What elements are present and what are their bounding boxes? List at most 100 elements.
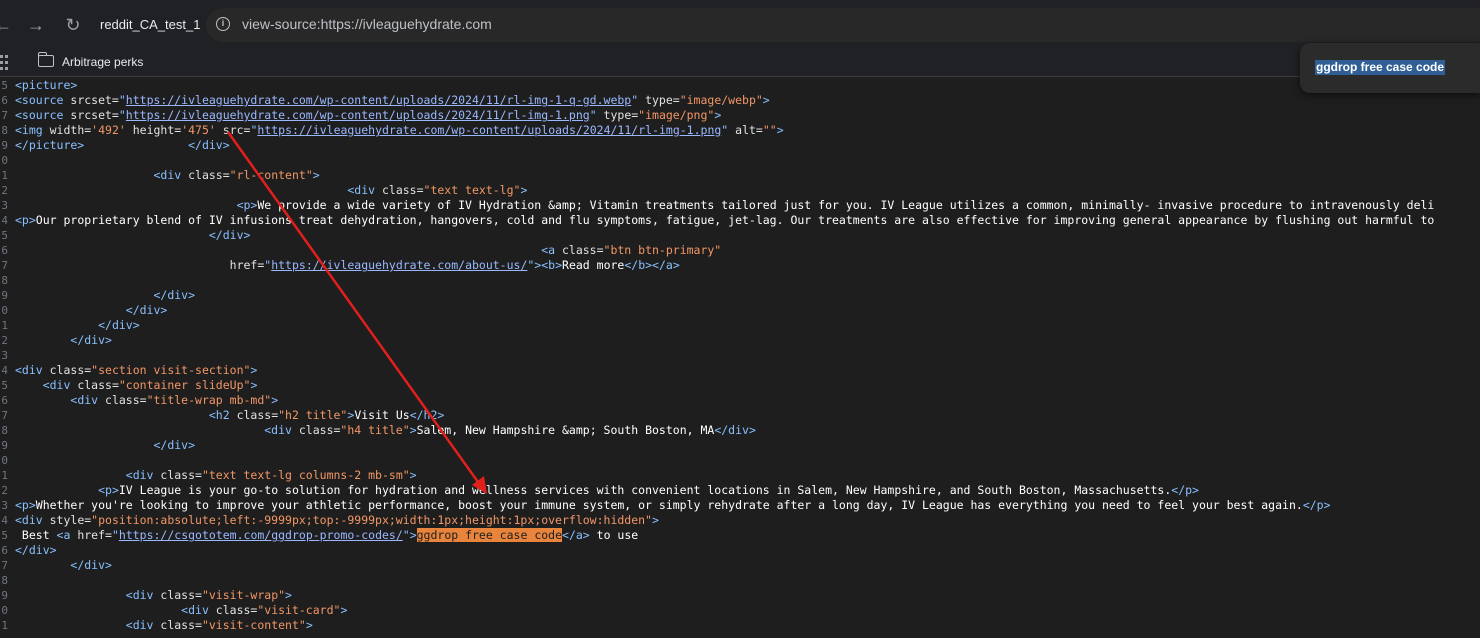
line-number: 6 bbox=[1, 94, 8, 107]
text-token: We provide a wide variety of IV Hydratio… bbox=[257, 198, 1435, 212]
code-line: <p>Our proprietary blend of IV infusions… bbox=[15, 213, 1434, 228]
code-line: <picture> bbox=[15, 78, 77, 93]
tag-token: > bbox=[250, 378, 258, 392]
line-number: 4 bbox=[1, 514, 8, 527]
tag-token: " bbox=[111, 528, 119, 542]
tag-token: <div bbox=[181, 603, 216, 617]
reload-icon[interactable]: ↻ bbox=[61, 13, 85, 37]
code-line: <div style="position:absolute;left:-9999… bbox=[15, 513, 659, 528]
attribute-token: class= bbox=[160, 588, 202, 602]
bookmark-folder-arbitrage-perks[interactable]: Arbitrage perks bbox=[62, 55, 143, 69]
attribute-token: class= bbox=[105, 393, 147, 407]
value-token: "" bbox=[762, 123, 777, 137]
text-token: Whether you're looking to improve your a… bbox=[35, 498, 1303, 512]
line-number: 7 bbox=[1, 559, 8, 572]
line-number: 3 bbox=[1, 199, 8, 212]
tag-token: <div bbox=[264, 423, 299, 437]
find-popup: ggdrop free case code bbox=[1300, 43, 1480, 93]
code-line: </div> bbox=[15, 543, 57, 558]
text-token: Salem, New Hampshire &amp; South Boston,… bbox=[416, 423, 715, 437]
attribute-token: class= bbox=[188, 168, 230, 182]
code-line: <div class="h4 title">Salem, New Hampshi… bbox=[15, 423, 756, 438]
code-line: <a class="btn btn-primary" bbox=[15, 243, 721, 258]
line-number: 4 bbox=[1, 214, 8, 227]
code-line: </div> bbox=[15, 288, 195, 303]
value-token: "image/png" bbox=[638, 108, 715, 122]
line-number: 0 bbox=[1, 454, 8, 467]
tag-token: </a> bbox=[652, 258, 680, 272]
attribute-token: class= bbox=[236, 408, 279, 422]
find-selection-text[interactable]: ggdrop free case code bbox=[1315, 60, 1446, 75]
text-token: Our proprietary blend of IV infusions tr… bbox=[35, 213, 1435, 227]
source-code-view: 5 <picture> 6 <source srcset="https://ivlea… bbox=[0, 77, 1480, 638]
tag-token: <p> bbox=[98, 483, 119, 497]
code-line: </div> bbox=[15, 228, 251, 243]
attribute-token: class= bbox=[160, 618, 202, 632]
attribute-token: alt= bbox=[735, 123, 763, 137]
tag-token: </div> bbox=[153, 438, 196, 452]
tag-token: " bbox=[118, 93, 126, 107]
code-line: </picture> </div> bbox=[15, 138, 230, 153]
code-line: <source srcset="https://ivleaguehydrate.… bbox=[15, 108, 721, 123]
tag-token: <p> bbox=[236, 198, 258, 212]
tag-token: </div> bbox=[153, 288, 196, 302]
tag-token: <div bbox=[125, 468, 161, 482]
code-line: <source srcset="https://ivleaguehydrate.… bbox=[15, 93, 770, 108]
line-number: 3 bbox=[1, 499, 8, 512]
value-token: "image/webp" bbox=[679, 93, 763, 107]
source-link[interactable]: https://ivleaguehydrate.com/wp-content/u… bbox=[257, 123, 721, 137]
text-token: to use bbox=[589, 528, 639, 542]
line-number: 8 bbox=[1, 274, 8, 287]
code-line: <div class="text text-lg columns-2 mb-sm… bbox=[15, 468, 417, 483]
value-token: "h2 title" bbox=[278, 408, 348, 422]
source-link[interactable]: https://csgototem.com/ggdrop-promo-codes… bbox=[119, 528, 403, 542]
attribute-token: href= bbox=[77, 528, 112, 542]
url-text[interactable]: view-source:https://ivleaguehydrate.com bbox=[242, 16, 492, 32]
source-link[interactable]: https://ivleaguehydrate.com/about-us/ bbox=[271, 258, 527, 272]
attribute-token: class= bbox=[49, 363, 92, 377]
tag-token: <div bbox=[125, 618, 161, 632]
tag-token: > bbox=[305, 618, 313, 632]
text-token: Visit Us bbox=[354, 408, 410, 422]
tag-token: <p> bbox=[15, 498, 36, 512]
attribute-token: class= bbox=[381, 183, 424, 197]
attribute-token: srcset= bbox=[70, 108, 119, 122]
profile-tab-title[interactable]: reddit_CA_test_1 bbox=[100, 17, 200, 32]
tag-token bbox=[126, 123, 133, 137]
line-number: 6 bbox=[1, 394, 8, 407]
attribute-token: href= bbox=[229, 258, 265, 272]
source-link[interactable]: https://ivleaguehydrate.com/wp-content/u… bbox=[126, 108, 590, 122]
line-number: 5 bbox=[1, 79, 8, 92]
apps-grid-icon[interactable] bbox=[0, 55, 8, 70]
line-number: 9 bbox=[1, 589, 8, 602]
tag-token: <source bbox=[15, 108, 71, 122]
tag-token: </a> bbox=[562, 528, 590, 542]
attribute-token: srcset= bbox=[70, 93, 119, 107]
value-token: "btn btn-primary" bbox=[603, 243, 722, 257]
info-icon[interactable]: i bbox=[216, 17, 230, 31]
source-link[interactable]: https://ivleaguehydrate.com/wp-content/u… bbox=[126, 93, 631, 107]
tag-token: " bbox=[721, 123, 736, 137]
text-token: Read more bbox=[562, 258, 625, 272]
line-number: 2 bbox=[1, 484, 8, 497]
code-line: <div class="container slideUp"> bbox=[15, 378, 258, 393]
code-line: <div class="title-wrap mb-md"> bbox=[15, 393, 278, 408]
code-line: <p>Whether you're looking to improve you… bbox=[15, 498, 1331, 513]
tag-token: </div> bbox=[125, 303, 168, 317]
value-token: "visit-wrap" bbox=[201, 588, 286, 602]
line-number: 9 bbox=[1, 139, 8, 152]
forward-icon[interactable]: → bbox=[24, 13, 48, 37]
tag-token bbox=[216, 123, 223, 137]
back-icon[interactable]: ← bbox=[0, 13, 15, 37]
tag-token: <a bbox=[541, 243, 562, 257]
